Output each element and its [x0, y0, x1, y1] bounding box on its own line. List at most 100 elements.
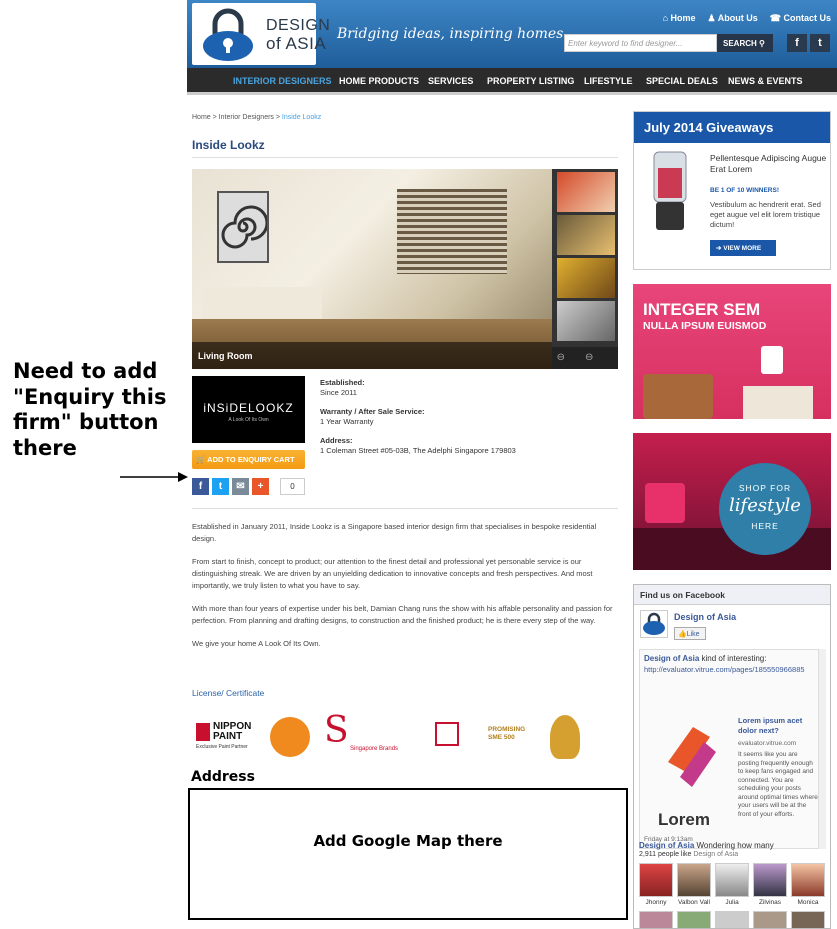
page-avatar[interactable] [640, 610, 668, 638]
hdb-house-icon [435, 722, 459, 746]
description-paragraph: We give your home A Look Of Its Own. [192, 639, 321, 648]
nippon-text: NIPPON PAINT [213, 721, 252, 742]
fan-item[interactable]: Julia [715, 863, 749, 906]
license-certificate-link[interactable]: License/ Certificate [192, 688, 264, 698]
breadcrumb-home[interactable]: Home [192, 114, 211, 121]
fan-name: Monica [797, 899, 819, 906]
view-more-label: VIEW MORE [723, 245, 762, 252]
ad1-title: INTEGER SEM [643, 300, 761, 319]
search-input[interactable]: Enter keyword to find designer... [564, 34, 717, 52]
giveaway-widget: July 2014 Giveaways Pellentesque Adipisc… [633, 111, 831, 270]
thumbnail[interactable] [557, 215, 615, 255]
likes-count: 2,911 people like Design of Asia [639, 851, 738, 858]
thumbnail-controls: ⊖⊖ [552, 347, 618, 369]
post-header: Design of Asia kind of interesting: [644, 654, 814, 664]
post-link[interactable]: http://evaluator.vitrue.com/pages/185550… [644, 664, 814, 675]
user-icon: ♟ [707, 13, 718, 23]
post2-action: Wondering how many [696, 841, 774, 850]
site-logo[interactable]: DESIGN of ASIA [192, 3, 330, 65]
card-domain: evaluator.vitrue.com [738, 740, 797, 747]
ad1-table [743, 386, 813, 419]
facebook-widget-header: Find us on Facebook [634, 585, 830, 605]
blender-icon [653, 151, 687, 230]
fan-item[interactable]: Jhonny [639, 863, 673, 906]
nav-news-events[interactable]: NEWS & EVENTS [728, 76, 803, 86]
nav-special-deals[interactable]: SPECIAL DEALS [646, 76, 718, 86]
giveaway-description: Vestibulum ac hendrerit erat. Sed eget a… [710, 200, 821, 229]
thumbnail[interactable] [557, 172, 615, 212]
gold-medal-icon [550, 715, 580, 759]
ad1-chair [643, 374, 713, 419]
thumbnail[interactable] [557, 301, 615, 341]
fan-name: Valbon Vall [678, 899, 710, 906]
contact-link[interactable]: ☎ Contact Us [770, 13, 831, 24]
ad-banner-integer-sem[interactable]: INTEGER SEM NULLA IPSUM EUISMOD [633, 284, 831, 419]
address-value: 1 Coleman Street #05-03B, The Adelphi Si… [320, 446, 516, 455]
fan-avatar[interactable] [715, 911, 749, 928]
facebook-page-name[interactable]: Design of Asia [674, 612, 736, 622]
share-email-icon[interactable]: ✉ [232, 478, 249, 495]
warranty-label: Warranty / After Sale Service: [320, 407, 425, 416]
fan-item[interactable]: Valbon Vall [677, 863, 711, 906]
nav-lifestyle[interactable]: LIFESTYLE [584, 76, 633, 86]
share-twitter-icon[interactable]: t [212, 478, 229, 495]
fan-avatar [791, 863, 825, 897]
breadcrumb-interior-designers[interactable]: Interior Designers [219, 114, 274, 121]
room-window-blinds [397, 189, 507, 274]
description-paragraph: Established in January 2011, Inside Look… [192, 522, 597, 543]
phone-icon: ☎ [769, 13, 784, 23]
firm-info: Established: Since 2011 Warranty / After … [320, 378, 516, 465]
giveaway-winners: BE 1 OF 10 WINNERS! [710, 187, 779, 194]
established-label: Established: [320, 378, 365, 387]
fan-avatar [753, 863, 787, 897]
fan-avatar[interactable] [791, 911, 825, 928]
fan-avatar[interactable] [677, 911, 711, 928]
ad-banner-lifestyle[interactable]: SHOP FOR lifestyle HERE [633, 433, 831, 570]
share-plus-icon[interactable]: + [252, 478, 269, 495]
fan-avatar[interactable] [753, 911, 787, 928]
nav-interior-designers[interactable]: INTERIOR DESIGNERS [233, 76, 332, 86]
view-more-button[interactable]: ➔ VIEW MORE [710, 240, 776, 256]
giveaway-item: Pellentesque Adipiscing Augue Erat Lorem [710, 153, 827, 174]
nav-property-listing[interactable]: PROPERTY LISTING [487, 76, 574, 86]
lock-cloud-icon [643, 612, 665, 635]
share-facebook-icon[interactable]: f [192, 478, 209, 495]
ad2-line1: SHOP FOR [738, 483, 792, 493]
fan-avatar[interactable] [639, 911, 673, 928]
gallery-main-image[interactable]: Living Room [192, 169, 552, 369]
nippon-paint-logo: NIPPON PAINT Exclusive Paint Partner [196, 722, 266, 750]
thumbnail[interactable] [557, 258, 615, 298]
search-button[interactable]: SEARCH ⚲ [717, 34, 773, 52]
lock-cloud-icon [203, 8, 253, 61]
lorem-logo-icon [668, 727, 716, 787]
post2-author[interactable]: Design of Asia [639, 841, 694, 850]
nav-services[interactable]: SERVICES [428, 76, 473, 86]
card-title[interactable]: Lorem ipsum acet dolor next? [738, 716, 818, 736]
chevron-up-icon[interactable]: ⊖ [557, 352, 585, 363]
ad2-line3: HERE [751, 521, 779, 531]
title-divider [192, 157, 618, 158]
facebook-like-button[interactable]: 👍Like [674, 627, 706, 640]
firm-logo-sub: A Look Of Its Own [228, 417, 269, 423]
logo-line2: of ASIA [266, 34, 327, 53]
nav-home-products[interactable]: HOME PRODUCTS [339, 76, 419, 86]
about-link[interactable]: ♟ About Us [708, 13, 758, 24]
fan-item[interactable]: Monica [791, 863, 825, 906]
fan-avatar [677, 863, 711, 897]
home-link[interactable]: ⌂ Home [663, 13, 696, 24]
room-artwork [217, 191, 269, 263]
firm-logo-text: iNSiDELOOKZ [203, 401, 294, 415]
giveaway-title: July 2014 Giveaways [634, 112, 830, 143]
chevron-down-icon[interactable]: ⊖ [585, 352, 613, 363]
fan-avatar [715, 863, 749, 897]
fan-item[interactable]: Zilvinas [753, 863, 787, 906]
facebook-icon[interactable]: f [787, 34, 807, 52]
post-author[interactable]: Design of Asia [644, 654, 699, 663]
thumbs-up-icon: 👍 [678, 631, 687, 638]
post-action: kind of interesting: [701, 654, 767, 663]
firm-description: Established in January 2011, Inside Look… [192, 521, 618, 661]
feed-scrollbar[interactable] [818, 649, 826, 849]
twitter-icon[interactable]: t [810, 34, 830, 52]
tagline: Bridging ideas, inspiring homes. [337, 26, 568, 42]
add-to-enquiry-cart-button[interactable]: 🛒 ADD TO ENQUIRY CART [192, 450, 305, 469]
